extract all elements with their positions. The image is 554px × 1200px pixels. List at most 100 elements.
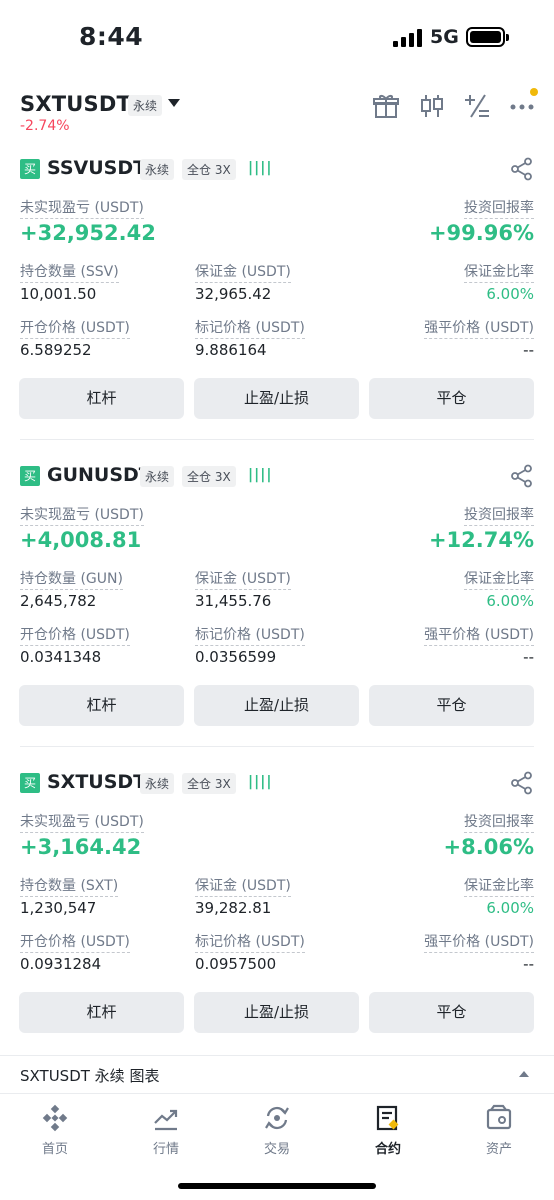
position-symbol[interactable]: SSVUSDT <box>47 157 146 179</box>
leverage-button[interactable]: 杠杆 <box>19 378 184 419</box>
nav-label: 资产 <box>485 1142 512 1157</box>
notification-dot <box>530 88 538 96</box>
margin-label[interactable]: 保证金 (USDT) <box>195 568 291 590</box>
liq-label[interactable]: 强平价格 (USDT) <box>424 624 534 646</box>
pair-title[interactable]: SXTUSDT <box>20 92 131 116</box>
pnl-label[interactable]: 未实现盈亏 (USDT) <box>20 504 144 526</box>
chart-toggle-bar[interactable]: SXTUSDT 永续 图表 <box>0 1055 554 1093</box>
signal-icon <box>393 29 423 47</box>
close-position-button[interactable]: 平仓 <box>369 685 534 726</box>
chevron-down-icon[interactable] <box>168 99 180 107</box>
chart-toggle-label: SXTUSDT 永续 图表 <box>20 1067 160 1085</box>
margin-ratio-label[interactable]: 保证金比率 <box>464 875 534 897</box>
share-icon[interactable] <box>510 771 534 795</box>
pnl-label[interactable]: 未实现盈亏 (USDT) <box>20 197 144 219</box>
divider <box>20 439 534 440</box>
mark-label[interactable]: 标记价格 (USDT) <box>195 317 305 339</box>
margin-value: 31,455.76 <box>195 592 272 610</box>
roi-label[interactable]: 投资回报率 <box>464 197 534 219</box>
nav-item-trade[interactable]: 交易 <box>232 1104 322 1157</box>
nav-label: 交易 <box>263 1142 290 1157</box>
futures-icon <box>376 1105 399 1131</box>
roi-value: +8.06% <box>443 835 534 859</box>
roi-value: +99.96% <box>428 221 534 245</box>
margin-label[interactable]: 保证金 (USDT) <box>195 261 291 283</box>
liq-value: -- <box>523 648 534 666</box>
mark-label[interactable]: 标记价格 (USDT) <box>195 931 305 953</box>
mark-value: 9.886164 <box>195 341 267 359</box>
close-position-button[interactable]: 平仓 <box>369 992 534 1033</box>
entry-value: 0.0931284 <box>20 955 102 973</box>
pnl-label[interactable]: 未实现盈亏 (USDT) <box>20 811 144 833</box>
liq-value: -- <box>523 341 534 359</box>
leverage-button[interactable]: 杠杆 <box>19 685 184 726</box>
buy-badge: 买 <box>20 466 40 486</box>
entry-label[interactable]: 开仓价格 (USDT) <box>20 931 130 953</box>
nav-item-markets[interactable]: 行情 <box>121 1104 211 1157</box>
margin-ratio-label[interactable]: 保证金比率 <box>464 261 534 283</box>
leverage-button[interactable]: 杠杆 <box>19 992 184 1033</box>
perp-tag: 永续 <box>140 159 175 180</box>
entry-value: 6.589252 <box>20 341 92 359</box>
tpsl-button[interactable]: 止盈/止损 <box>194 378 359 419</box>
perp-tag: 永续 <box>140 466 175 487</box>
position-card: 买 SSVUSDT 永续 全仓 3X |||| 未实现盈亏 (USDT) 投资回… <box>0 157 554 457</box>
gift-icon[interactable] <box>372 92 400 120</box>
position-card: 买 GUNUSDT 永续 全仓 3X |||| 未实现盈亏 (USDT) 投资回… <box>0 464 554 764</box>
pnl-value: +32,952.42 <box>20 221 156 245</box>
roi-value: +12.74% <box>428 528 534 552</box>
margin-ratio-value: 6.00% <box>486 899 534 917</box>
share-icon[interactable] <box>510 464 534 488</box>
home-icon <box>42 1104 68 1132</box>
position-symbol[interactable]: GUNUSDT <box>47 464 152 486</box>
contract-type-tag: 永续 <box>128 95 163 116</box>
adl-indicator-icon: |||| <box>248 774 273 790</box>
size-label[interactable]: 持仓数量 (SSV) <box>20 261 119 283</box>
entry-value: 0.0341348 <box>20 648 102 666</box>
roi-label[interactable]: 投资回报率 <box>464 504 534 526</box>
position-symbol[interactable]: SXTUSDT <box>47 771 146 793</box>
home-indicator <box>178 1183 376 1189</box>
calculator-icon[interactable] <box>463 92 491 120</box>
trade-icon <box>265 1106 289 1130</box>
margin-mode-tag: 全仓 3X <box>182 159 236 180</box>
mark-label[interactable]: 标记价格 (USDT) <box>195 624 305 646</box>
liq-value: -- <box>523 955 534 973</box>
liq-label[interactable]: 强平价格 (USDT) <box>424 931 534 953</box>
size-value: 1,230,547 <box>20 899 97 917</box>
nav-label: 合约 <box>374 1142 401 1157</box>
nav-item-wallet[interactable]: 资产 <box>454 1104 544 1157</box>
size-label[interactable]: 持仓数量 (GUN) <box>20 568 123 590</box>
liq-label[interactable]: 强平价格 (USDT) <box>424 317 534 339</box>
mark-value: 0.0957500 <box>195 955 277 973</box>
candlestick-icon[interactable] <box>418 92 446 120</box>
tpsl-button[interactable]: 止盈/止损 <box>194 992 359 1033</box>
margin-label[interactable]: 保证金 (USDT) <box>195 875 291 897</box>
roi-label[interactable]: 投资回报率 <box>464 811 534 833</box>
battery-icon <box>466 27 509 47</box>
markets-icon <box>154 1109 178 1131</box>
more-icon[interactable] <box>508 92 536 120</box>
margin-value: 39,282.81 <box>195 899 272 917</box>
status-time: 8:44 <box>79 22 144 51</box>
margin-ratio-label[interactable]: 保证金比率 <box>464 568 534 590</box>
buy-badge: 买 <box>20 159 40 179</box>
margin-value: 32,965.42 <box>195 285 272 303</box>
position-card: 买 SXTUSDT 永续 全仓 3X |||| 未实现盈亏 (USDT) 投资回… <box>0 771 554 1071</box>
margin-ratio-value: 6.00% <box>486 285 534 303</box>
margin-mode-tag: 全仓 3X <box>182 773 236 794</box>
adl-indicator-icon: |||| <box>248 160 273 176</box>
pnl-value: +3,164.42 <box>20 835 142 859</box>
chevron-up-icon[interactable] <box>519 1071 529 1077</box>
network-type: 5G <box>430 26 459 48</box>
nav-item-home[interactable]: 首页 <box>10 1104 100 1157</box>
mark-value: 0.0356599 <box>195 648 277 666</box>
share-icon[interactable] <box>510 157 534 181</box>
close-position-button[interactable]: 平仓 <box>369 378 534 419</box>
nav-item-futures[interactable]: 合约 <box>343 1104 433 1157</box>
tpsl-button[interactable]: 止盈/止损 <box>194 685 359 726</box>
size-label[interactable]: 持仓数量 (SXT) <box>20 875 119 897</box>
entry-label[interactable]: 开仓价格 (USDT) <box>20 624 130 646</box>
divider <box>20 746 534 747</box>
entry-label[interactable]: 开仓价格 (USDT) <box>20 317 130 339</box>
